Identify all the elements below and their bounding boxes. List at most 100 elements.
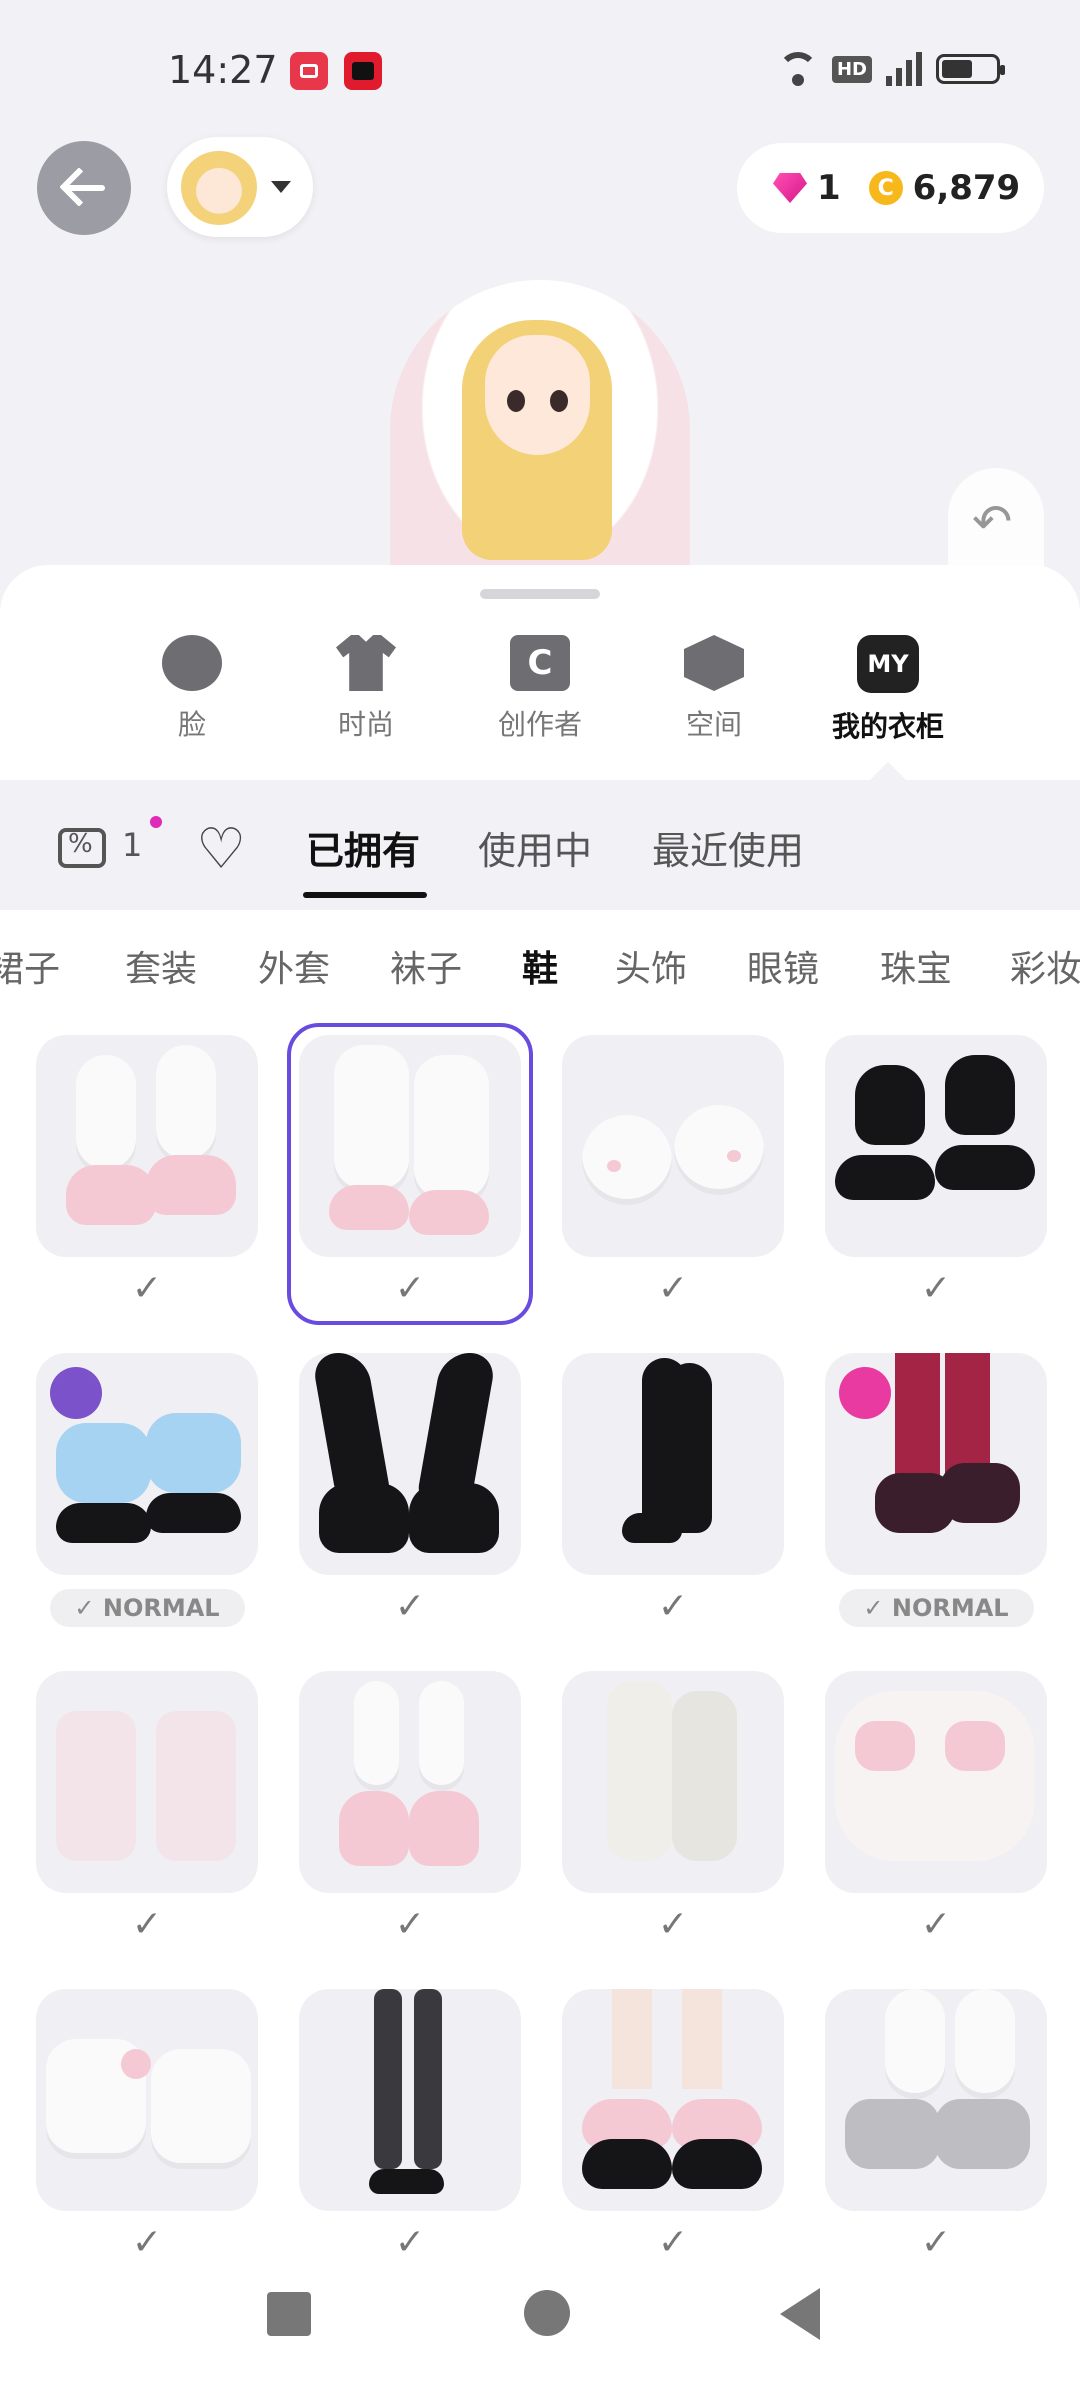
owned-check-icon: ✓ [394, 1904, 426, 1945]
item-thumbnail [36, 1353, 258, 1575]
category-label: 时尚 [337, 708, 394, 741]
notification-dot [150, 816, 162, 828]
avatar-preview[interactable] [370, 270, 710, 600]
space-cube-icon [684, 635, 744, 691]
subcategory-bar: 裙子 套装 外套 袜子 鞋 头饰 眼镜 珠宝 彩妆 [0, 910, 1080, 1010]
item-tile[interactable]: ✓ [299, 1989, 521, 2263]
gem-count: 1 [817, 168, 841, 208]
hd-icon: HD [831, 55, 872, 83]
chevron-down-icon [271, 181, 291, 193]
subcat-jewelry[interactable]: 珠宝 [880, 940, 952, 992]
item-tile[interactable]: ✓ [562, 1671, 784, 1945]
creator-bag-icon [510, 635, 570, 691]
subcat-makeup[interactable]: 彩妆 [1010, 940, 1080, 992]
subcat-outfits[interactable]: 套装 [125, 940, 197, 992]
owned-check-icon: ✓ [657, 2222, 689, 2263]
home-nav-icon[interactable] [524, 2290, 570, 2336]
subcat-glasses[interactable]: 眼镜 [747, 940, 819, 992]
item-thumbnail [825, 1035, 1047, 1257]
subcat-headwear[interactable]: 头饰 [615, 940, 687, 992]
subcat-skirts[interactable]: 裙子 [0, 940, 60, 992]
owned-check-icon: ✓ [131, 1268, 163, 1309]
active-tab-indicator [303, 892, 427, 898]
normal-badge: ✓ NORMAL [838, 1589, 1034, 1627]
item-thumbnail [825, 1989, 1047, 2211]
item-thumbnail [825, 1353, 1047, 1575]
shirt-icon [336, 635, 396, 691]
system-nav-bar [0, 2260, 1080, 2400]
tab-in-use[interactable]: 使用中 [478, 820, 592, 875]
item-tile[interactable]: ✓ [299, 1671, 521, 1945]
item-tile[interactable]: ✓ [36, 1671, 258, 1945]
owned-check-icon: ✓ [394, 2222, 426, 2263]
avatar-face [485, 335, 590, 455]
subcat-socks[interactable]: 袜子 [390, 940, 462, 992]
item-thumbnail [562, 1989, 784, 2211]
screen-recorder-icon [290, 52, 328, 90]
item-tile[interactable]: ✓ [562, 1989, 784, 2263]
item-tile[interactable]: ✓ NORMAL [36, 1353, 258, 1627]
item-thumbnail [36, 1035, 258, 1257]
category-pointer [870, 762, 906, 780]
item-tile[interactable]: ✓ [299, 1353, 521, 1627]
owned-check-icon: ✓ [657, 1586, 689, 1627]
item-tile[interactable]: ✓ [825, 1989, 1047, 2263]
item-tile[interactable]: ✓ [36, 1035, 258, 1309]
item-thumbnail [299, 1671, 521, 1893]
tab-recent[interactable]: 最近使用 [652, 820, 804, 875]
coupon-icon[interactable] [58, 828, 106, 868]
avatar-eye [507, 390, 525, 412]
battery-icon [936, 54, 1005, 84]
item-tile[interactable]: ✓ [562, 1353, 784, 1627]
category-my-wardrobe[interactable]: MY 我的衣柜 [828, 635, 948, 745]
back-nav-icon[interactable] [780, 2288, 820, 2340]
sheet-drag-handle[interactable] [480, 589, 600, 599]
back-button[interactable] [37, 141, 131, 235]
item-thumbnail [36, 1989, 258, 2211]
category-space[interactable]: 空间 [654, 635, 774, 743]
category-label: 我的衣柜 [831, 710, 944, 743]
coin-count: 6,879 [912, 168, 1021, 208]
gem-icon [773, 173, 807, 203]
owned-check-icon: ✓ [657, 1904, 689, 1945]
favorite-heart-icon[interactable] [196, 828, 248, 876]
tab-owned[interactable]: 已拥有 [306, 820, 420, 875]
status-bar: 14:27 HD [0, 0, 1080, 140]
item-tile[interactable]: ✓ [562, 1035, 784, 1309]
coin-icon: C [868, 171, 903, 205]
item-tile[interactable]: ✓ [825, 1035, 1047, 1309]
avatar-eye [550, 390, 568, 412]
category-fashion[interactable]: 时尚 [306, 635, 426, 743]
subcat-coats[interactable]: 外套 [258, 940, 330, 992]
owned-check-icon: ✓ [394, 1586, 426, 1627]
item-thumbnail [562, 1035, 784, 1257]
status-time: 14:27 [168, 48, 278, 92]
sparkle-badge-icon [839, 1367, 891, 1419]
system-icons: HD [777, 52, 1005, 86]
item-thumbnail [299, 1353, 521, 1575]
avatar-selector[interactable] [167, 137, 313, 237]
mickey-badge-icon [50, 1367, 102, 1419]
item-thumbnail [36, 1671, 258, 1893]
item-thumbnail [825, 1671, 1047, 1893]
category-face[interactable]: 脸 [132, 635, 252, 743]
video-app-icon [344, 52, 382, 90]
coupon-count: 1 [122, 826, 143, 864]
category-creator[interactable]: 创作者 [480, 635, 600, 743]
category-label: 创作者 [497, 708, 582, 741]
item-tile[interactable]: ✓ [36, 1989, 258, 2263]
normal-badge: ✓ NORMAL [49, 1589, 245, 1627]
face-icon [162, 635, 222, 691]
subcat-shoes[interactable]: 鞋 [522, 940, 558, 992]
item-tile[interactable]: ✓ [825, 1671, 1047, 1945]
owned-check-icon: ✓ [131, 2222, 163, 2263]
recents-nav-icon[interactable] [267, 2292, 311, 2336]
item-thumbnail [562, 1353, 784, 1575]
currency-display[interactable]: 1 C 6,879 [737, 143, 1044, 233]
owned-check-icon: ✓ [131, 1904, 163, 1945]
owned-check-icon: ✓ [920, 1268, 952, 1309]
owned-check-icon: ✓ [920, 1904, 952, 1945]
category-label: 空间 [685, 708, 742, 741]
item-tile[interactable]: ✓ NORMAL [825, 1353, 1047, 1627]
owned-check-icon: ✓ [657, 1268, 689, 1309]
